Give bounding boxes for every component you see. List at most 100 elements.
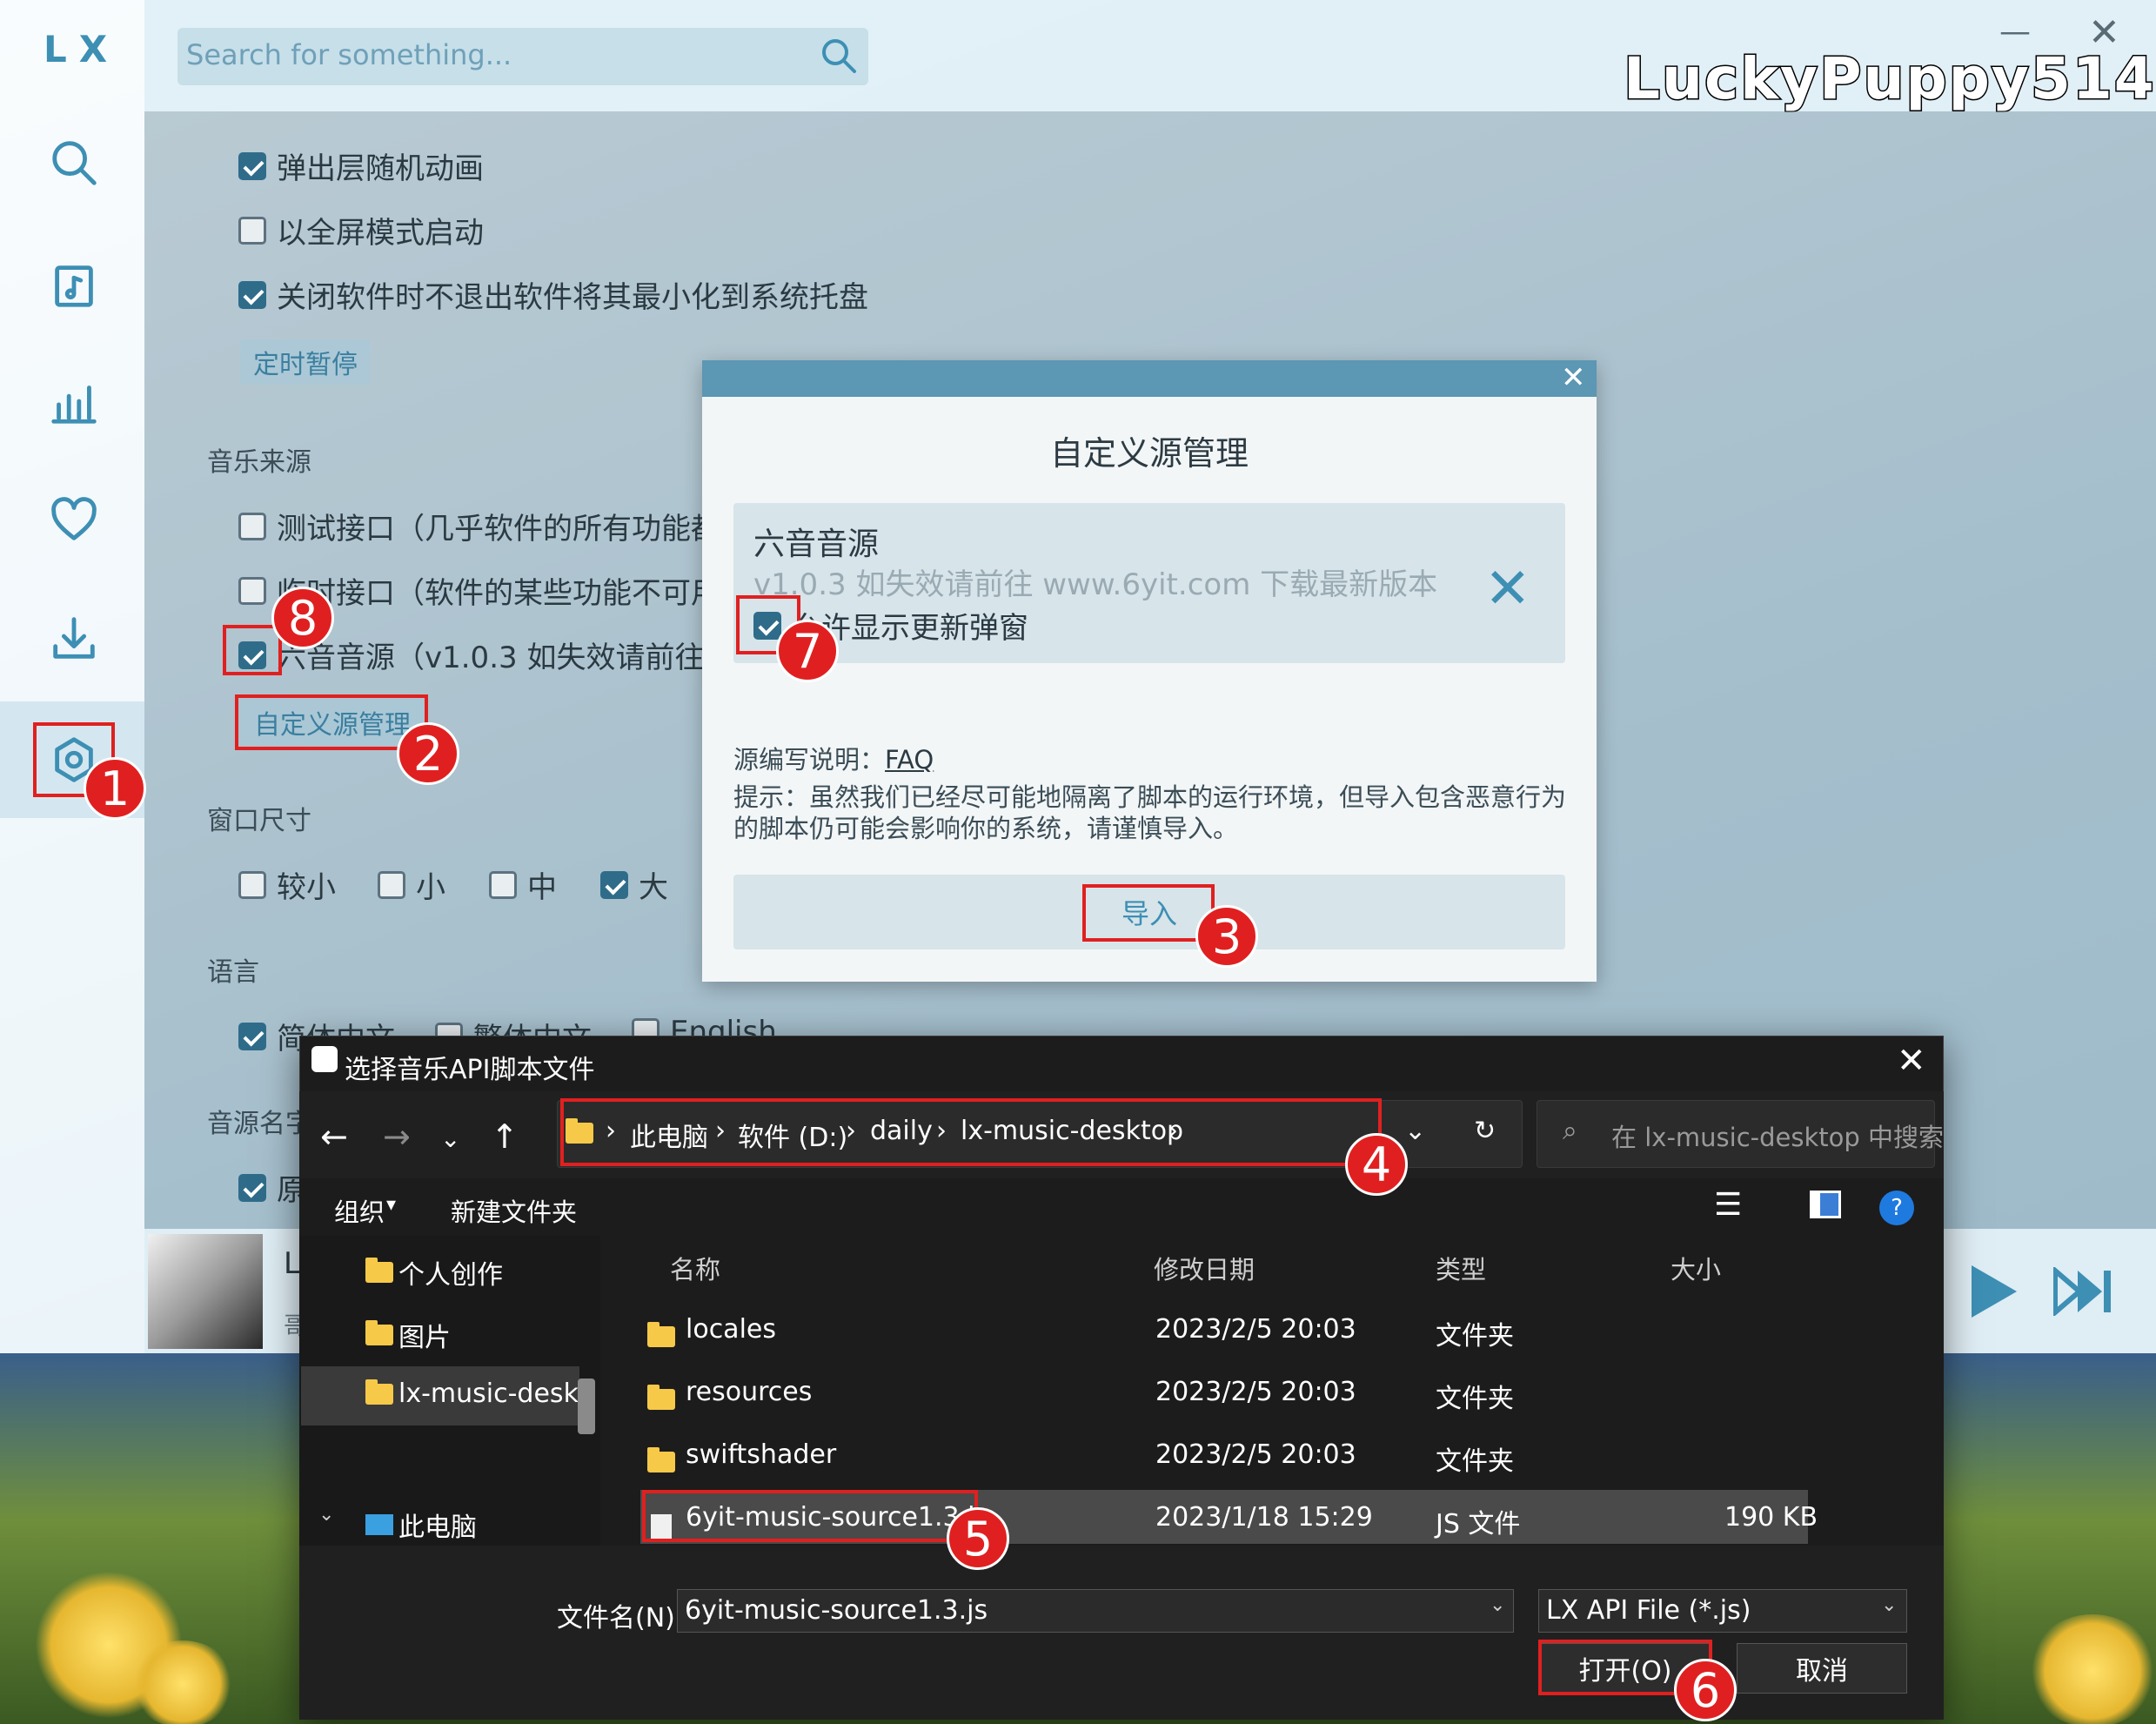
column-header-date[interactable]: 修改日期: [1154, 1250, 1255, 1286]
back-icon[interactable]: ←: [320, 1117, 348, 1156]
column-header-size[interactable]: 大小: [1671, 1250, 1721, 1286]
annotation-number: 5: [947, 1507, 1009, 1570]
next-icon[interactable]: [2053, 1267, 2114, 1316]
faq-link[interactable]: FAQ: [885, 745, 934, 775]
option-minimize-tray[interactable]: 关闭软件时不退出软件将其最小化到系统托盘: [238, 273, 868, 316]
section-source-name: 音源名字: [207, 1109, 311, 1139]
checkbox-checked-icon[interactable]: [238, 1173, 266, 1202]
nav-item[interactable]: 个人创作: [365, 1253, 503, 1291]
play-icon[interactable]: [1968, 1262, 2020, 1321]
annotation-number: 6: [1674, 1659, 1737, 1721]
file-row[interactable]: resources 2023/2/5 20:03 文件夹: [607, 1365, 1808, 1419]
filetype-select[interactable]: LX API File (*.js): [1538, 1589, 1907, 1633]
download-icon[interactable]: [42, 606, 106, 670]
checkbox-icon[interactable]: [489, 870, 517, 899]
checkbox-checked-icon[interactable]: [238, 280, 266, 309]
music-list-icon[interactable]: [42, 252, 106, 317]
size-option[interactable]: 大: [600, 863, 668, 906]
help-icon[interactable]: ?: [1879, 1191, 1914, 1225]
search-icon[interactable]: [818, 35, 860, 77]
chart-icon[interactable]: [42, 369, 106, 433]
column-header-type[interactable]: 类型: [1436, 1250, 1486, 1286]
option-popup-animation[interactable]: 弹出层随机动画: [238, 144, 484, 187]
file-search-placeholder: 在 lx-music-desktop 中搜索: [1611, 1123, 1944, 1152]
close-icon[interactable]: ✕: [1561, 360, 1586, 395]
source-name-option[interactable]: 原: [238, 1166, 306, 1209]
nav-item[interactable]: 此电脑: [365, 1506, 477, 1544]
checkbox-icon[interactable]: [238, 216, 266, 245]
file-date: 2023/2/5 20:03: [1155, 1439, 1356, 1470]
checkbox-checked-icon[interactable]: [238, 151, 266, 180]
file-dialog-title: 选择音乐API脚本文件: [345, 1055, 595, 1085]
folder-icon: [365, 1379, 393, 1405]
size-option[interactable]: 较小: [238, 863, 336, 906]
file-row[interactable]: locales 2023/2/5 20:03 文件夹: [607, 1302, 1808, 1356]
checkbox-icon[interactable]: [238, 512, 266, 540]
remove-source-icon[interactable]: ✕: [1484, 557, 1531, 621]
option-label: 六音音源（v1.0.3 如失效请前往 w: [277, 641, 739, 675]
file-name: locales: [686, 1314, 776, 1345]
option-label: 以全屏模式启动: [277, 216, 484, 251]
nav-item-label: lx-music-deskt: [398, 1379, 589, 1409]
close-icon[interactable]: ✕: [1897, 1041, 1926, 1081]
security-tip: 提示：虽然我们已经尽可能地隔离了脚本的运行环境，但导入包含恶意行为的脚本仍可能会…: [733, 782, 1567, 843]
filename-input[interactable]: 6yit-music-source1.3.js: [677, 1589, 1514, 1633]
nav-item-label: 图片: [398, 1323, 451, 1353]
up-icon[interactable]: ↑: [491, 1117, 519, 1156]
chevron-down-icon[interactable]: ⌄: [318, 1504, 334, 1526]
organize-menu[interactable]: 组织: [334, 1192, 385, 1229]
source-test[interactable]: 测试接口（几乎软件的所有功能都: [238, 505, 720, 547]
dialog-title: 自定义源管理: [1049, 434, 1249, 473]
annotation-box: [642, 1490, 978, 1542]
option-label: 关闭软件时不退出软件将其最小化到系统托盘: [277, 280, 868, 315]
checkbox-icon[interactable]: [238, 870, 266, 899]
annotation-number: 8: [271, 587, 334, 649]
view-list-icon[interactable]: ☰: [1714, 1187, 1742, 1223]
search-icon[interactable]: [42, 131, 106, 195]
folder-icon: [365, 1320, 393, 1345]
annotation-box: [560, 1098, 1382, 1166]
section-music-source: 音乐来源: [207, 447, 311, 478]
nav-item-label: 个人创作: [398, 1260, 503, 1291]
checkbox-icon[interactable]: [378, 870, 405, 899]
column-header-name[interactable]: 名称: [670, 1250, 720, 1286]
annotation-box: [223, 625, 282, 675]
nav-item-label: 此电脑: [398, 1513, 477, 1543]
cancel-button[interactable]: 取消: [1737, 1643, 1907, 1694]
file-name: swiftshader: [686, 1439, 837, 1470]
chevron-down-icon[interactable]: ⌄: [1404, 1116, 1426, 1146]
watermark-brand: LuckyPuppy514: [1623, 44, 2156, 114]
nav-item[interactable]: lx-music-deskt: [365, 1379, 589, 1409]
chevron-down-icon[interactable]: ⌄: [1490, 1594, 1505, 1616]
scrollbar[interactable]: [578, 1379, 595, 1434]
file-date: 2023/2/5 20:03: [1155, 1377, 1356, 1407]
close-icon[interactable]: ✕: [2088, 10, 2120, 55]
chevron-down-icon[interactable]: ⌄: [440, 1124, 460, 1153]
sidebar: [0, 0, 144, 1353]
checkbox-checked-icon[interactable]: [238, 1022, 266, 1050]
track-title: L: [284, 1246, 300, 1281]
preview-pane-icon[interactable]: [1810, 1191, 1841, 1218]
album-cover[interactable]: [148, 1234, 263, 1349]
file-row[interactable]: swiftshader 2023/2/5 20:03 文件夹: [607, 1427, 1808, 1481]
forward-icon[interactable]: →: [383, 1117, 411, 1156]
size-option[interactable]: 中: [489, 863, 557, 906]
checkbox-icon[interactable]: [238, 576, 266, 605]
dialog-header: [702, 360, 1597, 397]
nav-item[interactable]: 图片: [365, 1316, 451, 1354]
option-fullscreen[interactable]: 以全屏模式启动: [238, 209, 484, 252]
checkbox-checked-icon[interactable]: [600, 870, 628, 899]
chevron-down-icon[interactable]: ⌄: [1881, 1594, 1897, 1616]
heart-icon[interactable]: [42, 487, 106, 552]
minimize-icon[interactable]: —: [1999, 14, 2031, 50]
section-window-size: 窗口尺寸: [207, 806, 311, 836]
new-folder-button[interactable]: 新建文件夹: [451, 1192, 577, 1229]
refresh-icon[interactable]: ↻: [1474, 1116, 1496, 1146]
source-name: 六音音源: [753, 527, 880, 562]
option-label: 小: [416, 870, 445, 905]
size-option[interactable]: 小: [378, 863, 445, 906]
timer-pause-button[interactable]: 定时暂停: [240, 339, 371, 385]
file-type: 文件夹: [1436, 1321, 1514, 1352]
faq-line: 源编写说明：FAQ: [733, 740, 934, 776]
chevron-down-icon[interactable]: ▾: [386, 1194, 396, 1216]
